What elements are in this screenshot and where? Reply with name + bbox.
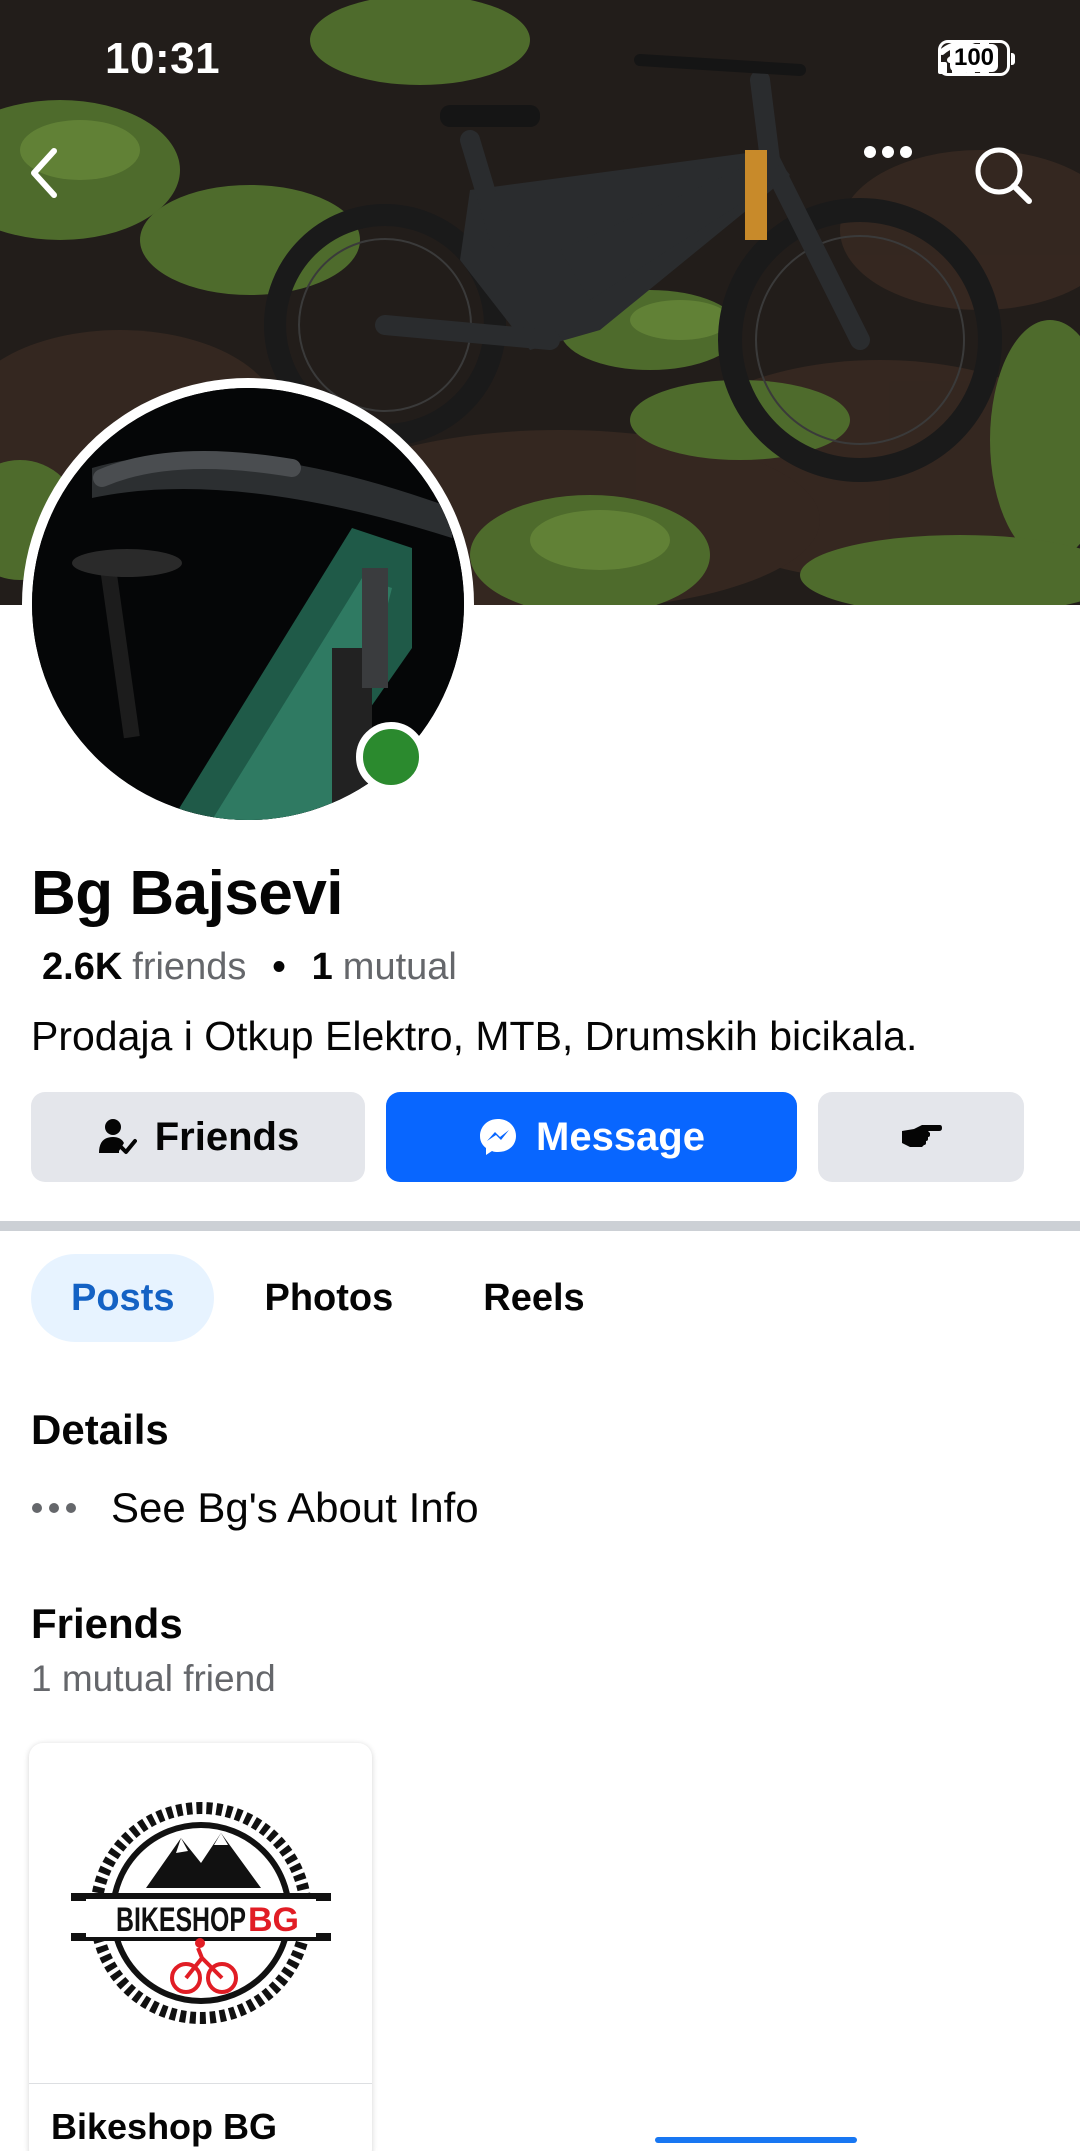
status-icons: 100 [938, 40, 1015, 76]
mutual-count[interactable]: 1 [312, 946, 333, 989]
battery-level: 100 [949, 44, 999, 72]
profile-tabs: Posts Photos Reels [31, 1254, 625, 1342]
battery-icon: 100 [938, 40, 1015, 76]
poke-button[interactable] [818, 1092, 1024, 1182]
friend-check-icon [98, 1119, 137, 1154]
home-indicator [655, 2137, 857, 2143]
chevron-left-icon [31, 148, 57, 198]
friends-label[interactable]: friends [132, 946, 246, 989]
svg-text:BIKESHOP: BIKESHOP [116, 1901, 246, 1939]
friends-count[interactable]: 2.6K [42, 946, 122, 989]
tab-photos[interactable]: Photos [224, 1254, 433, 1342]
friend-card[interactable]: BIKESHOP BG Bikeshop BG [29, 1743, 372, 2151]
see-about-info-link[interactable]: See Bg's About Info [31, 1484, 479, 1532]
message-button[interactable]: Message [386, 1092, 797, 1182]
more-options-button[interactable] [863, 145, 933, 215]
back-button[interactable] [24, 145, 94, 215]
friend-avatar: BIKESHOP BG [29, 1743, 372, 2083]
profile-name: Bg Bajsevi [31, 859, 344, 928]
ellipsis-icon [864, 146, 912, 158]
friend-name[interactable]: Bikeshop BG [29, 2083, 372, 2151]
online-status-indicator [356, 722, 426, 792]
friends-section-title: Friends [31, 1600, 183, 1647]
ellipsis-icon [32, 1503, 76, 1513]
messenger-icon [480, 1119, 516, 1155]
message-button-label: Message [536, 1114, 705, 1159]
profile-stats: 2.6K friends • 1 mutual [42, 946, 457, 989]
tab-reels[interactable]: Reels [443, 1254, 624, 1342]
mutual-label[interactable]: mutual [343, 946, 457, 989]
search-icon [975, 147, 1032, 204]
bikeshop-bg-logo: BIKESHOP BG [70, 1802, 331, 2024]
section-divider [0, 1221, 1080, 1231]
profile-actions: Friends Message [31, 1092, 1049, 1182]
friends-button[interactable]: Friends [31, 1092, 365, 1182]
details-title: Details [31, 1406, 169, 1453]
profile-bio: Prodaja i Otkup Elektro, MTB, Drumskih b… [31, 1013, 918, 1059]
friends-button-label: Friends [154, 1114, 300, 1159]
pointing-hand-icon [902, 1125, 942, 1147]
mutual-friends-count: 1 mutual friend [31, 1658, 276, 1699]
status-bar: 10:31 100 [0, 0, 1080, 120]
status-time: 10:31 [105, 34, 221, 83]
about-info-text: See Bg's About Info [111, 1484, 479, 1531]
stats-separator: • [272, 946, 286, 988]
svg-text:BG: BG [248, 1901, 299, 1939]
search-button[interactable] [973, 145, 1043, 215]
tab-posts[interactable]: Posts [31, 1254, 215, 1342]
